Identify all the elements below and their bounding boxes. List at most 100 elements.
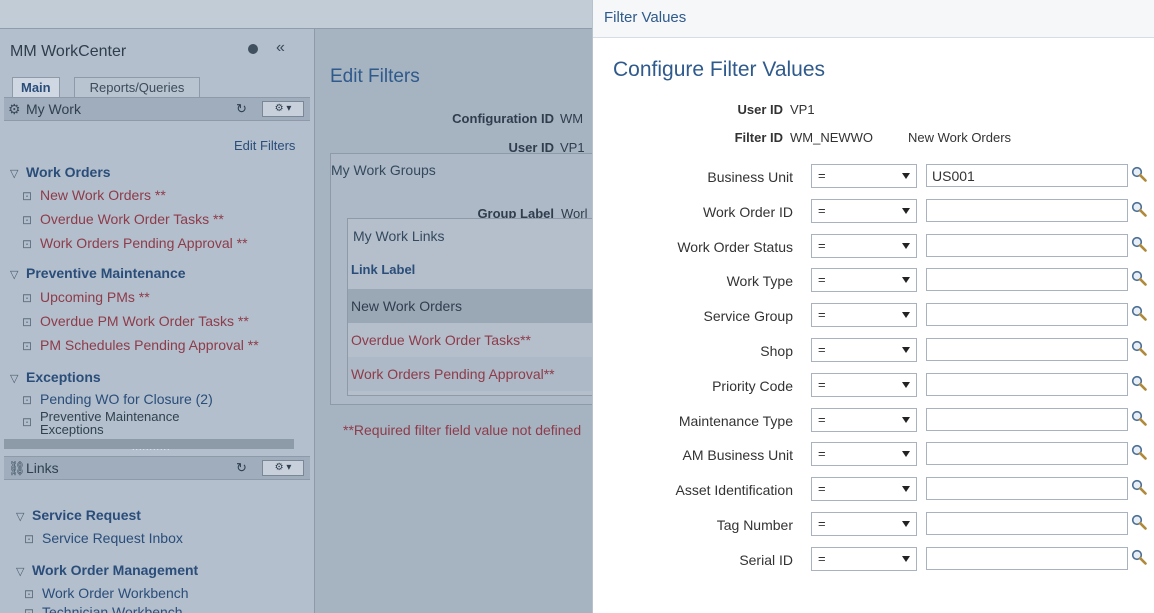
lookup-icon[interactable] bbox=[1131, 166, 1147, 182]
modal-title-bar: Filter Values bbox=[593, 0, 1154, 38]
link-upcoming-pms[interactable]: ⊡ Upcoming PMs ** bbox=[22, 289, 150, 305]
link-icon: ⊡ bbox=[24, 532, 35, 546]
lookup-icon[interactable] bbox=[1131, 410, 1147, 426]
business-unit-operator-select[interactable]: = bbox=[811, 164, 917, 188]
expand-triangle-icon: ▽ bbox=[10, 373, 19, 385]
table-row[interactable]: Overdue Work Order Tasks** bbox=[348, 323, 592, 357]
dropdown-arrow-icon bbox=[902, 173, 910, 179]
serial-id-input[interactable] bbox=[926, 547, 1128, 570]
edit-filters-link[interactable]: Edit Filters bbox=[234, 138, 295, 153]
operator-value: = bbox=[818, 551, 826, 566]
operator-value: = bbox=[818, 377, 826, 392]
gear-icon[interactable] bbox=[248, 44, 258, 54]
links-title: Links bbox=[26, 460, 59, 476]
lookup-icon[interactable] bbox=[1131, 201, 1147, 217]
service-group-operator-select[interactable]: = bbox=[811, 303, 917, 327]
my-work-title: My Work bbox=[26, 101, 81, 117]
asset-identification-input[interactable] bbox=[926, 477, 1128, 500]
modal-bar-title: Filter Values bbox=[604, 9, 687, 26]
work-type-label: Work Type bbox=[726, 273, 793, 289]
link-new-work-orders[interactable]: ⊡ New Work Orders ** bbox=[22, 187, 166, 203]
refresh-icon[interactable]: ↻ bbox=[236, 101, 247, 117]
expand-triangle-icon: ▽ bbox=[16, 511, 25, 523]
pagelet-options-button[interactable]: ⚙ ▾ bbox=[262, 101, 304, 117]
section-preventive-maintenance[interactable]: ▽ Preventive Maintenance bbox=[10, 265, 186, 281]
links-pagelet-header: ⛓ Links ↻ ⚙ ▾ bbox=[4, 456, 310, 480]
business-unit-input[interactable] bbox=[926, 164, 1128, 187]
top-banner bbox=[0, 0, 592, 29]
refresh-icon[interactable]: ↻ bbox=[236, 460, 247, 476]
am-business-unit-input[interactable] bbox=[926, 442, 1128, 465]
link-wo-pending-approval[interactable]: ⊡ Work Orders Pending Approval ** bbox=[22, 235, 248, 251]
asset-identification-operator-select[interactable]: = bbox=[811, 477, 917, 501]
pagelet-options-button[interactable]: ⚙ ▾ bbox=[262, 460, 304, 476]
am-business-unit-label: AM Business Unit bbox=[682, 447, 793, 463]
link-icon: ⊡ bbox=[22, 213, 33, 227]
link-icon: ⊡ bbox=[22, 315, 33, 329]
operator-value: = bbox=[818, 238, 826, 253]
section-service-request[interactable]: ▽ Service Request bbox=[16, 507, 141, 523]
link-pm-schedules-pending[interactable]: ⊡ PM Schedules Pending Approval ** bbox=[22, 337, 259, 353]
tab-reports-queries[interactable]: Reports/Queries bbox=[74, 77, 200, 97]
dropdown-arrow-icon bbox=[902, 312, 910, 318]
link-pending-wo-closure[interactable]: ⊡ Pending WO for Closure (2) bbox=[22, 391, 213, 407]
priority-code-label: Priority Code bbox=[712, 378, 793, 394]
lookup-icon[interactable] bbox=[1131, 514, 1147, 530]
link-overdue-pm-tasks[interactable]: ⊡ Overdue PM Work Order Tasks ** bbox=[22, 313, 249, 329]
lookup-icon[interactable] bbox=[1131, 375, 1147, 391]
tag-number-input[interactable] bbox=[926, 512, 1128, 535]
expand-triangle-icon: ▽ bbox=[16, 566, 25, 578]
lookup-icon[interactable] bbox=[1131, 444, 1147, 460]
work-order-status-input[interactable] bbox=[926, 234, 1128, 257]
link-icon: ⊡ bbox=[22, 393, 33, 407]
workcenter-panel: MM WorkCenter « Main Reports/Queries ⚙ M… bbox=[0, 29, 315, 613]
lookup-icon[interactable] bbox=[1131, 305, 1147, 321]
lookup-icon[interactable] bbox=[1131, 340, 1147, 356]
serial-id-operator-select[interactable]: = bbox=[811, 547, 917, 571]
asset-identification-label: Asset Identification bbox=[675, 482, 793, 498]
work-type-operator-select[interactable]: = bbox=[811, 268, 917, 292]
dropdown-arrow-icon bbox=[902, 486, 910, 492]
shop-input[interactable] bbox=[926, 338, 1128, 361]
lookup-icon[interactable] bbox=[1131, 549, 1147, 565]
maintenance-type-operator-select[interactable]: = bbox=[811, 408, 917, 432]
lookup-icon[interactable] bbox=[1131, 270, 1147, 286]
lookup-icon[interactable] bbox=[1131, 479, 1147, 495]
link-icon: ⊡ bbox=[22, 339, 33, 353]
shop-operator-select[interactable]: = bbox=[811, 338, 917, 362]
tab-main[interactable]: Main bbox=[12, 77, 60, 97]
link-technician-workbench[interactable]: ⊡ Technician Workbench bbox=[24, 604, 183, 613]
dropdown-arrow-icon bbox=[902, 277, 910, 283]
section-exceptions[interactable]: ▽ Exceptions bbox=[10, 369, 101, 385]
tag-number-operator-select[interactable]: = bbox=[811, 512, 917, 536]
collapse-icon[interactable]: « bbox=[276, 39, 285, 57]
link-work-order-workbench[interactable]: ⊡ Work Order Workbench bbox=[24, 585, 189, 601]
operator-value: = bbox=[818, 342, 826, 357]
am-business-unit-operator-select[interactable]: = bbox=[811, 442, 917, 466]
priority-code-operator-select[interactable]: = bbox=[811, 373, 917, 397]
operator-value: = bbox=[818, 412, 826, 427]
table-row[interactable]: Work Orders Pending Approval** bbox=[348, 357, 592, 391]
dropdown-arrow-icon bbox=[902, 451, 910, 457]
work-type-input[interactable] bbox=[926, 268, 1128, 291]
work-order-id-operator-select[interactable]: = bbox=[811, 199, 917, 223]
link-service-request-inbox[interactable]: ⊡ Service Request Inbox bbox=[24, 530, 183, 546]
service-group-input[interactable] bbox=[926, 303, 1128, 326]
link-overdue-wo-tasks[interactable]: ⊡ Overdue Work Order Tasks ** bbox=[22, 211, 224, 227]
operator-value: = bbox=[818, 272, 826, 287]
work-order-id-input[interactable] bbox=[926, 199, 1128, 222]
expand-triangle-icon: ▽ bbox=[10, 168, 19, 180]
link-icon: ⊡ bbox=[22, 237, 33, 251]
link-pm-exceptions[interactable]: ⊡ Preventive Maintenance Exceptions bbox=[22, 410, 179, 436]
section-work-order-management[interactable]: ▽ Work Order Management bbox=[16, 562, 198, 578]
table-row[interactable]: New Work Orders bbox=[348, 289, 592, 323]
priority-code-input[interactable] bbox=[926, 373, 1128, 396]
link-icon: ⊡ bbox=[24, 587, 35, 601]
work-order-id-label: Work Order ID bbox=[703, 204, 793, 220]
maintenance-type-input[interactable] bbox=[926, 408, 1128, 431]
lookup-icon[interactable] bbox=[1131, 236, 1147, 252]
section-work-orders[interactable]: ▽ Work Orders bbox=[10, 164, 111, 180]
workcenter-title: MM WorkCenter bbox=[10, 43, 127, 60]
work-order-status-operator-select[interactable]: = bbox=[811, 234, 917, 258]
business-unit-label: Business Unit bbox=[707, 169, 793, 185]
